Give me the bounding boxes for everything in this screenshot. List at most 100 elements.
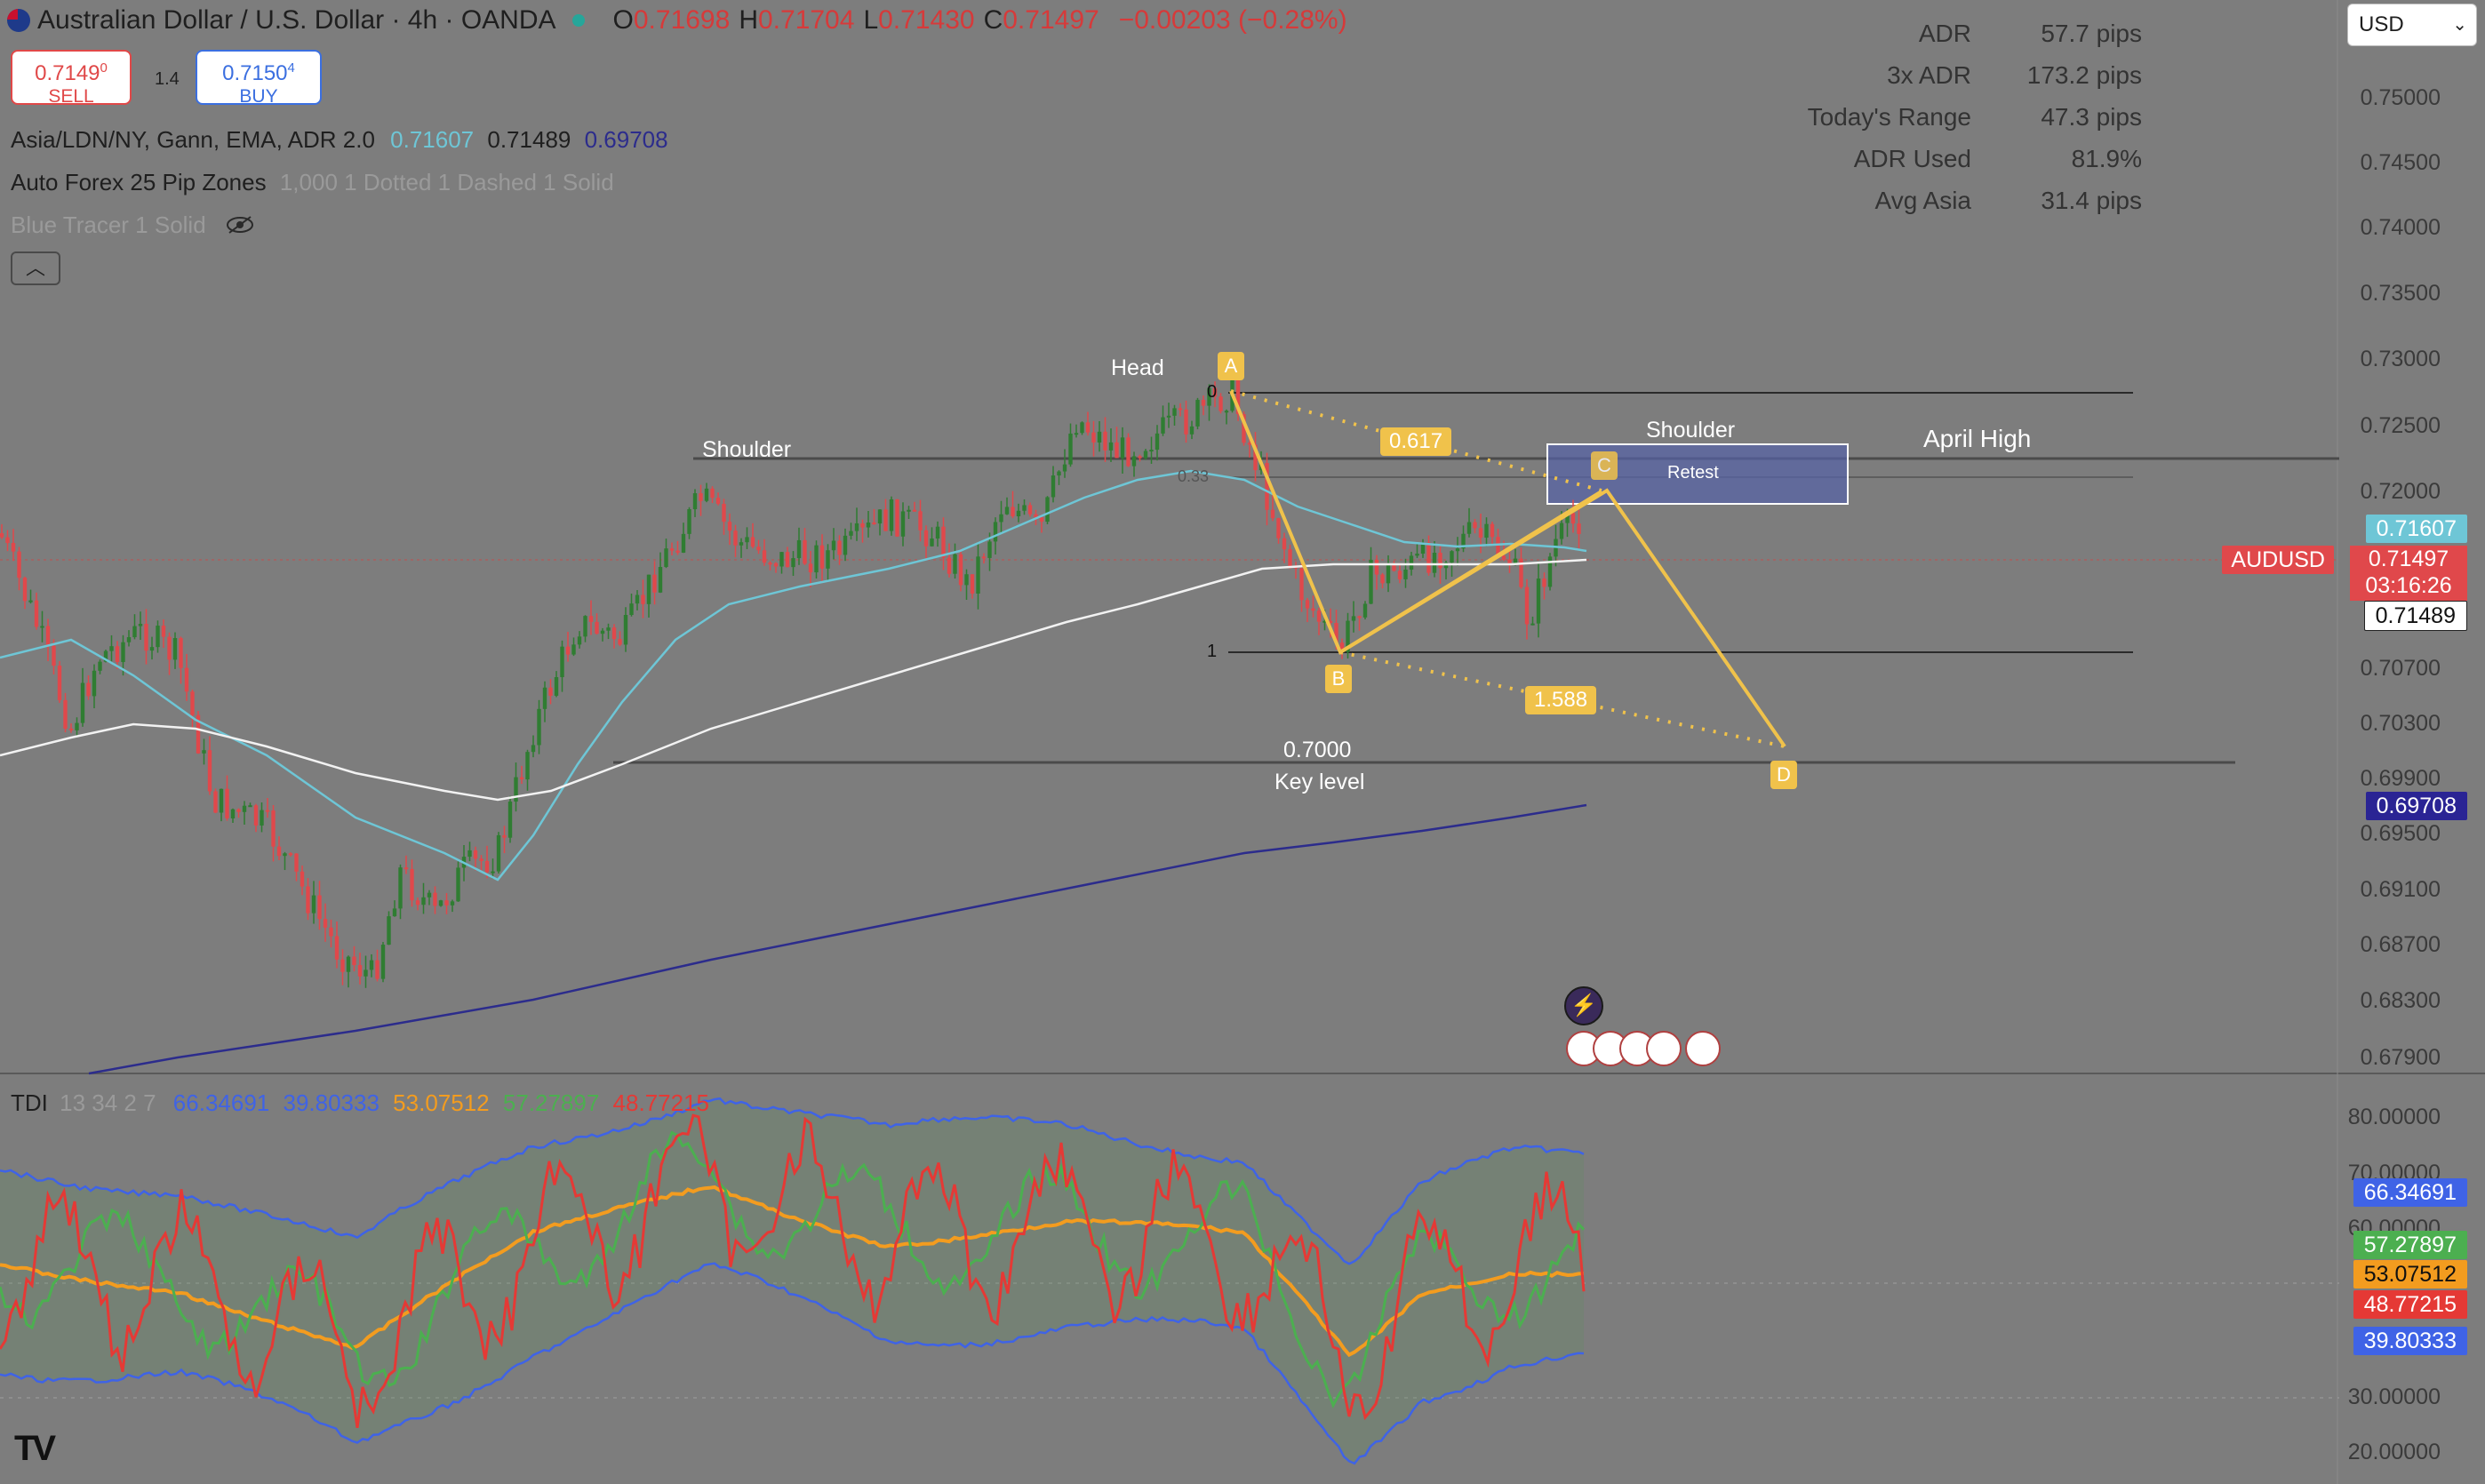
candle-body — [484, 860, 490, 873]
candle-body — [1091, 432, 1096, 443]
candle-body — [323, 919, 328, 928]
candle-body — [727, 522, 732, 531]
market-open-icon — [571, 14, 585, 27]
adr-value: 31.4 pips — [2041, 186, 2142, 214]
candle-body — [1045, 497, 1050, 523]
candle-body — [1224, 411, 1229, 413]
price-axis-label: 0.67900 — [2360, 1045, 2441, 1070]
candle-body — [976, 556, 980, 594]
candle-body — [819, 545, 825, 569]
candle-body — [1219, 396, 1223, 411]
candle-body — [1016, 510, 1021, 516]
shoulder-right-label[interactable]: Shoulder — [1646, 418, 1735, 443]
price-chart-canvas[interactable] — [0, 0, 2485, 1484]
symbol-title[interactable]: Australian Dollar / U.S. Dollar · 4h · O… — [37, 5, 556, 36]
candle-body — [92, 670, 97, 697]
candle-body — [1455, 548, 1460, 552]
candle-body — [404, 867, 409, 870]
candle-body — [947, 557, 952, 574]
candle-body — [768, 562, 772, 565]
retest-label[interactable]: Retest — [1667, 463, 1719, 483]
candle-body — [126, 637, 132, 642]
symbol-title-bar: Australian Dollar / U.S. Dollar · 4h · O… — [7, 5, 1347, 36]
indicator-2-name: Auto Forex 25 Pip Zones — [11, 169, 267, 195]
chevron-up-icon: ︿ — [25, 257, 45, 279]
candle-body — [641, 594, 645, 604]
candle-body — [895, 499, 899, 537]
candle-body — [831, 540, 836, 551]
tradingview-logo[interactable]: TV — [14, 1429, 56, 1469]
economic-events-group[interactable] — [1566, 1031, 1721, 1066]
candle-body — [1362, 603, 1368, 618]
candle-body — [900, 511, 906, 537]
indicator-legend-1[interactable]: Asia/LDN/NY, Gann, EMA, ADR 2.0 0.71607 … — [11, 126, 668, 154]
tdi-legend[interactable]: TDI 13 34 2 7 66.34691 39.80333 53.07512… — [11, 1089, 709, 1117]
candle-body — [1189, 426, 1195, 435]
candle-body — [860, 523, 865, 528]
candle-body — [618, 639, 622, 645]
sell-button[interactable]: 0.71490 SELL — [11, 50, 132, 107]
indicator-2-params: 1,000 1 Dotted 1 Dashed 1 Solid — [279, 169, 614, 195]
fib-1588-badge[interactable]: 1.588 — [1525, 686, 1597, 714]
candle-body — [11, 543, 16, 552]
candle-body — [190, 691, 195, 715]
ohlc-value: 0.71497 — [1003, 5, 1099, 35]
buy-button[interactable]: 0.71504 BUY — [196, 50, 322, 107]
candle-body — [427, 892, 432, 898]
indicator-1-value-3: 0.69708 — [584, 126, 668, 153]
candle-body — [762, 550, 767, 563]
candle-body — [167, 636, 172, 660]
lightning-event-icon[interactable]: ⚡ — [1564, 986, 1603, 1025]
candle-body — [265, 810, 270, 812]
point-a-badge[interactable]: A — [1218, 352, 1244, 380]
adr-row: ADR 57.7 pips — [1749, 12, 2211, 54]
candle-body — [300, 871, 305, 887]
candle-body — [964, 574, 969, 586]
candle-body — [1305, 600, 1310, 609]
us-flag-event-icon[interactable] — [1685, 1031, 1721, 1066]
adr-key: Today's Range — [1807, 102, 1971, 131]
candle-body — [306, 886, 310, 914]
candle-body — [1022, 505, 1027, 511]
collapse-legend-button[interactable]: ︿ — [11, 251, 60, 285]
candle-body — [1351, 616, 1356, 621]
candle-body — [1530, 623, 1535, 626]
candle-body — [248, 805, 252, 808]
adr-key: Avg Asia — [1874, 186, 1971, 214]
candle-body — [52, 645, 56, 666]
candle-body — [611, 627, 617, 640]
candle-body — [202, 750, 206, 754]
candle-body — [1276, 518, 1281, 539]
us-flag-event-icon[interactable] — [1646, 1031, 1682, 1066]
candle-body — [346, 956, 351, 972]
point-b-badge[interactable]: B — [1325, 665, 1352, 693]
candle-body — [80, 682, 85, 723]
candle-body — [606, 627, 611, 631]
head-label[interactable]: Head — [1111, 355, 1164, 381]
candle-body — [877, 509, 883, 524]
fib-0617-badge[interactable]: 0.617 — [1380, 427, 1452, 456]
shoulder-left-label[interactable]: Shoulder — [702, 437, 791, 463]
key-level-label[interactable]: Key level — [1274, 770, 1364, 795]
candle-body — [1415, 554, 1419, 556]
indicator-3-name: Blue Tracer 1 Solid — [11, 211, 206, 238]
currency-select[interactable]: USD ⌄ — [2347, 4, 2477, 46]
candle-body — [699, 493, 703, 501]
indicator-legend-3[interactable]: Blue Tracer 1 Solid — [11, 211, 255, 241]
point-d-badge[interactable]: D — [1770, 761, 1797, 789]
candle-body — [923, 530, 929, 547]
indicator-legend-2[interactable]: Auto Forex 25 Pip Zones 1,000 1 Dotted 1… — [11, 169, 614, 196]
candle-body — [1380, 574, 1385, 584]
candle-body — [1432, 553, 1437, 573]
candle-body — [1484, 523, 1489, 539]
candle-body — [1143, 451, 1148, 459]
eye-off-icon[interactable] — [225, 213, 255, 241]
fib-level-1: 1 — [1207, 642, 1218, 661]
candle-body — [1201, 399, 1206, 406]
tdi-name: TDI — [11, 1089, 48, 1116]
candle-body — [796, 539, 802, 559]
april-high-label[interactable]: April High — [1923, 425, 2031, 453]
key-level-price[interactable]: 0.7000 — [1283, 738, 1351, 763]
candle-body — [577, 636, 582, 645]
point-c-badge[interactable]: C — [1591, 451, 1618, 480]
